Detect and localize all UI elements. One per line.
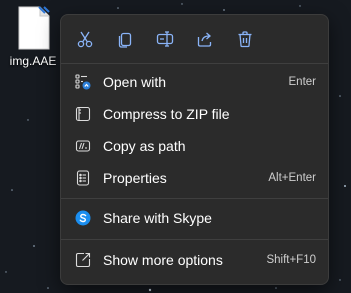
menu-item-shortcut: Alt+Enter <box>268 172 316 184</box>
menu-item-label: Open with <box>103 74 167 90</box>
desktop-file-item[interactable]: img.AAE <box>4 4 62 70</box>
menu-item-open-with[interactable]: Open with Enter <box>65 67 324 97</box>
menu-item-compress-zip[interactable]: Compress to ZIP file <box>65 99 324 129</box>
context-menu-toolbar <box>69 23 261 55</box>
share-icon <box>197 32 212 47</box>
copy-icon <box>118 32 132 48</box>
menu-item-copy-as-path[interactable]: Copy as path <box>65 131 324 161</box>
share-button[interactable] <box>189 23 221 55</box>
menu-separator <box>61 239 328 240</box>
menu-item-show-more-options[interactable]: Show more options Shift+F10 <box>65 245 324 275</box>
toolbar-separator <box>61 63 328 64</box>
cut-button[interactable] <box>69 23 101 55</box>
menu-item-label: Compress to ZIP file <box>103 106 230 122</box>
file-icon <box>18 6 50 50</box>
menu-item-shortcut: Enter <box>288 76 317 88</box>
menu-item-shortcut: Shift+F10 <box>266 254 316 266</box>
rename-button[interactable] <box>149 23 181 55</box>
menu-item-label: Show more options <box>103 252 223 268</box>
open-with-icon <box>75 74 91 90</box>
cut-icon <box>77 31 93 48</box>
context-menu: Open with Enter Compress to ZIP file Cop… <box>60 14 329 285</box>
menu-item-share-skype[interactable]: Share with Skype <box>65 203 324 233</box>
menu-separator <box>61 198 328 199</box>
rename-icon <box>156 31 174 47</box>
menu-item-properties[interactable]: Properties Alt+Enter <box>65 163 324 193</box>
copy-button[interactable] <box>109 23 141 55</box>
copy-path-icon <box>75 138 91 154</box>
delete-button[interactable] <box>229 23 261 55</box>
menu-item-label: Copy as path <box>103 138 186 154</box>
menu-item-label: Share with Skype <box>103 210 212 226</box>
more-options-icon <box>75 252 91 268</box>
menu-item-label: Properties <box>103 170 167 186</box>
skype-icon <box>75 210 91 226</box>
file-name-label: img.AAE <box>9 54 57 68</box>
properties-icon <box>75 170 91 186</box>
delete-icon <box>238 31 252 48</box>
zip-icon <box>75 106 91 122</box>
